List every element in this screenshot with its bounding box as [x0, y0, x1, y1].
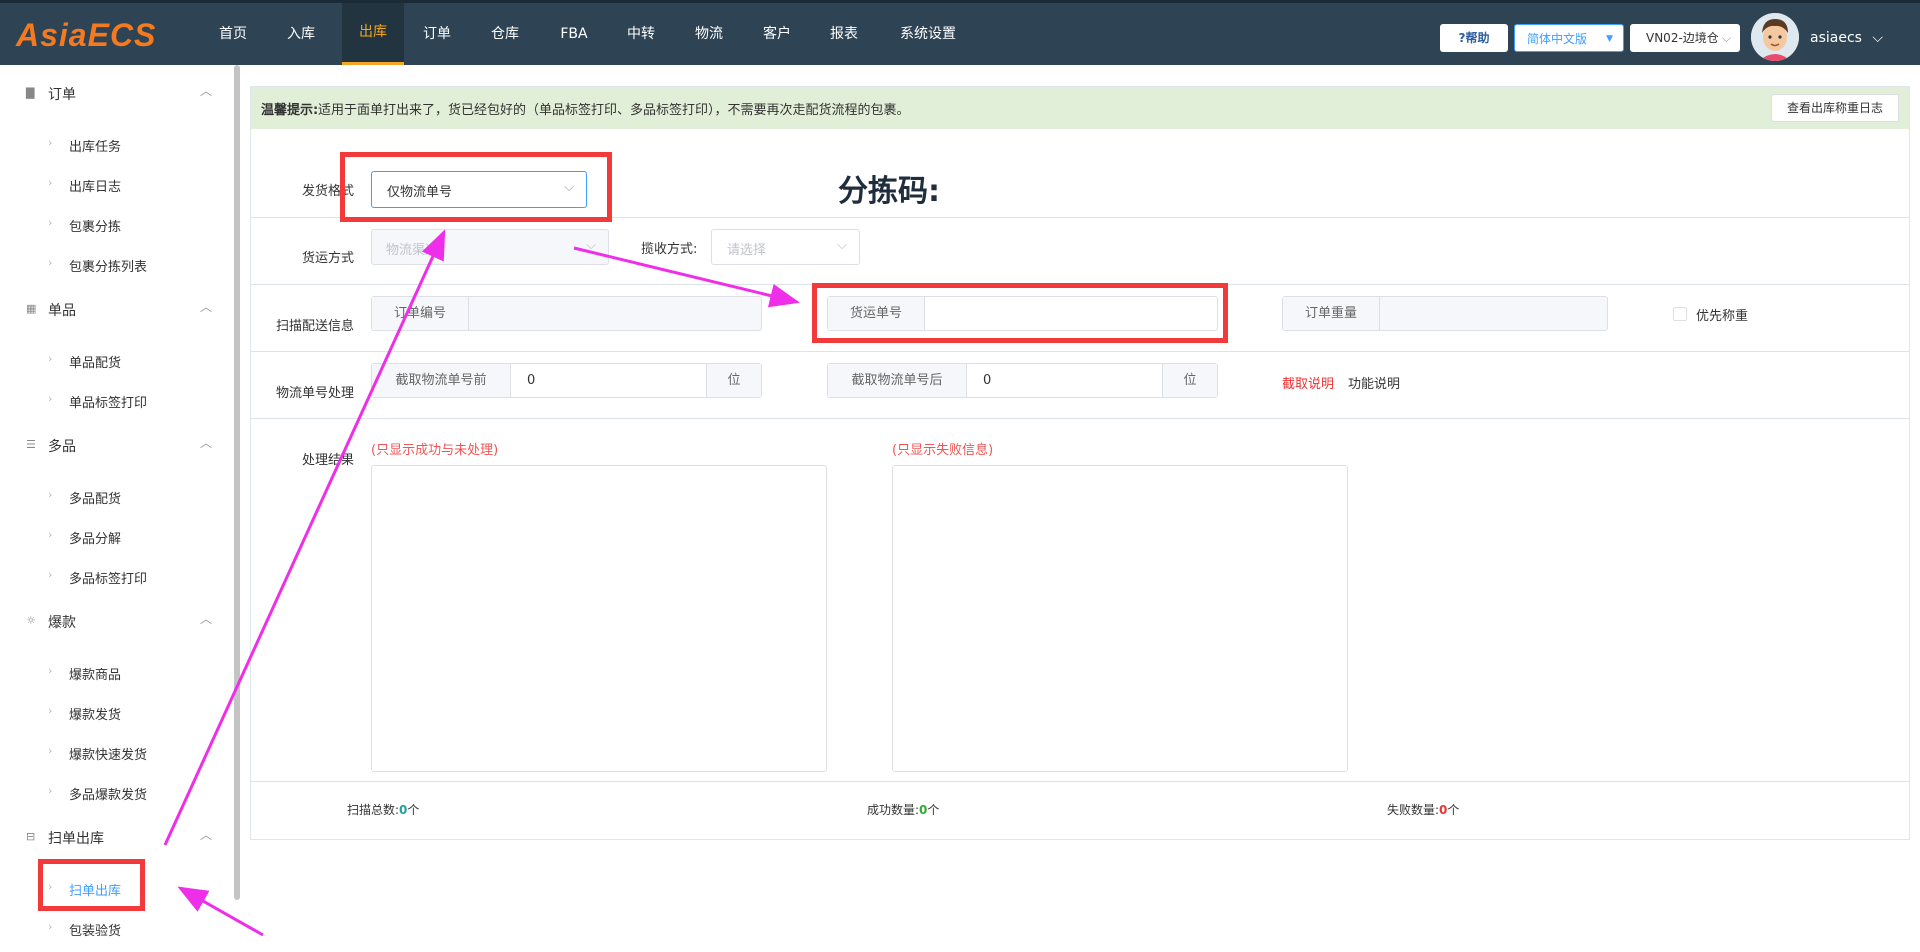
arrow-to-ship-format — [163, 229, 446, 846]
annotation-arrows — [163, 229, 800, 937]
arrow-to-tracking-number — [573, 246, 800, 308]
arrow-to-scan-outbound — [177, 886, 264, 937]
